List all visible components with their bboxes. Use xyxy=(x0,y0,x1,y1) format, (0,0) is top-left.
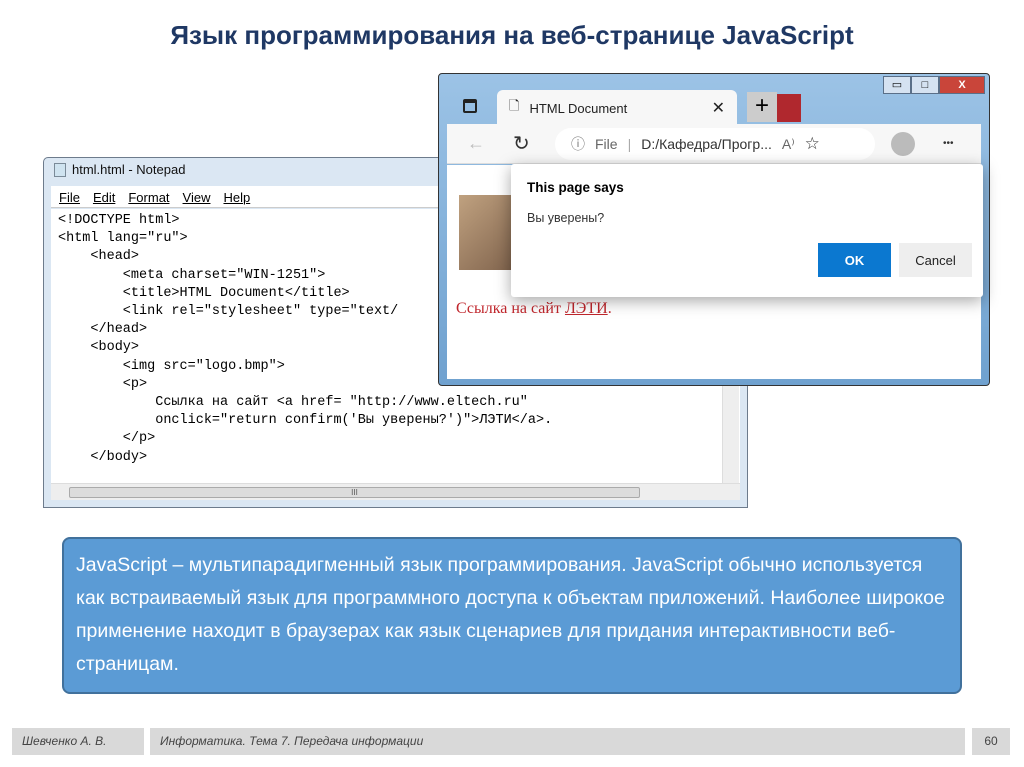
notepad-title: html.html - Notepad xyxy=(72,162,186,177)
tab-close-icon[interactable]: ✕ xyxy=(712,98,725,118)
favorite-icon[interactable]: ☆ xyxy=(805,134,820,154)
menu-help[interactable]: Help xyxy=(223,190,250,205)
footer-course: Информатика. Тема 7. Передача информации xyxy=(150,728,965,755)
ok-button[interactable]: OK xyxy=(818,243,891,277)
page-number: 60 xyxy=(972,728,1010,755)
confirm-dialog: This page says Вы уверены? OK Cancel xyxy=(511,164,983,297)
tab-html-document[interactable]: 🗋 HTML Document ✕ xyxy=(497,90,737,126)
page-text: Ссылка на сайт xyxy=(456,300,565,317)
more-icon[interactable]: ••• xyxy=(943,138,954,149)
menu-edit[interactable]: Edit xyxy=(93,190,115,205)
menu-format[interactable]: Format xyxy=(128,190,169,205)
close-window-button[interactable]: X xyxy=(939,76,985,94)
logo-image xyxy=(459,195,519,270)
profile-avatar[interactable] xyxy=(891,131,915,156)
address-bar[interactable]: ⓘ File | D:/Кафедра/Прогр... A⁾ ☆ xyxy=(555,128,875,160)
footer-author: Шевченко А. В. xyxy=(12,728,144,755)
address-scheme: File xyxy=(595,136,618,152)
read-aloud-icon[interactable]: A⁾ xyxy=(782,136,795,153)
notepad-icon xyxy=(54,162,66,177)
browser-window: ▭ □ X 🗋 HTML Document ✕ + ← ↻ ⓘ File | D… xyxy=(438,73,990,386)
new-tab-button[interactable]: + xyxy=(747,92,777,122)
description-box: JavaScript – мультипарадигменный язык пр… xyxy=(62,537,962,694)
maximize-button[interactable]: □ xyxy=(911,76,939,94)
refresh-icon[interactable]: ↻ xyxy=(513,131,530,156)
dialog-title: This page says xyxy=(527,180,624,195)
slide-title: Язык программирования на веб-странице Ja… xyxy=(170,20,854,50)
browser-toolbar: ← ↻ ⓘ File | D:/Кафедра/Прогр... A⁾ ☆ ••… xyxy=(447,124,981,164)
tab-actions-icon[interactable] xyxy=(463,99,477,113)
cancel-button[interactable]: Cancel xyxy=(899,243,972,277)
tab-title: HTML Document xyxy=(529,100,628,116)
leti-link[interactable]: ЛЭТИ xyxy=(565,300,608,317)
address-text: D:/Кафедра/Прогр... xyxy=(641,136,772,152)
horizontal-scrollbar[interactable]: III xyxy=(51,483,740,500)
menu-view[interactable]: View xyxy=(183,190,211,205)
back-icon[interactable]: ← xyxy=(467,133,485,154)
scroll-thumb[interactable]: III xyxy=(69,487,640,498)
menu-file[interactable]: File xyxy=(59,190,80,205)
dialog-message: Вы уверены? xyxy=(527,211,605,225)
minimize-button[interactable]: ▭ xyxy=(883,76,911,94)
red-block xyxy=(777,94,801,122)
page-icon: 🗋 xyxy=(509,98,520,113)
info-icon[interactable]: ⓘ xyxy=(571,134,585,154)
